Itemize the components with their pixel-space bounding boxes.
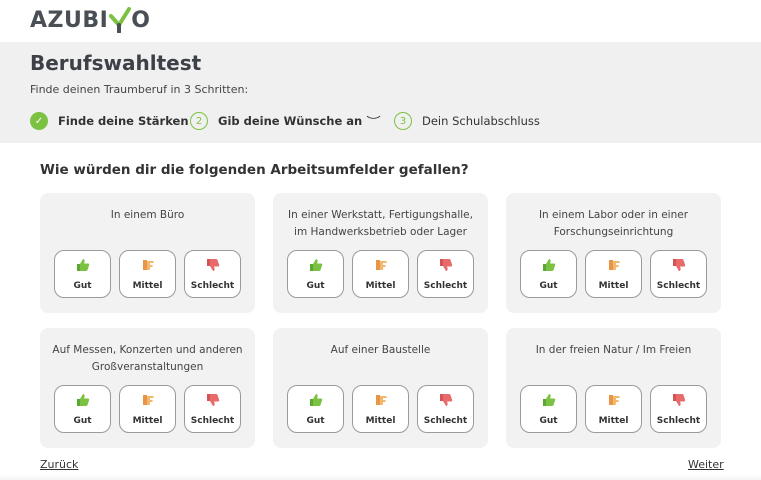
rate-label: Schlecht	[656, 415, 701, 426]
rate-label: Gut	[306, 280, 325, 291]
rate-bad-button[interactable]: Schlecht	[417, 250, 474, 298]
bottom-shade	[0, 474, 761, 480]
rate-good-button[interactable]: Gut	[287, 385, 344, 433]
rate-label: Mittel	[132, 280, 163, 291]
rate-label: Gut	[73, 415, 92, 426]
rate-label: Schlecht	[423, 280, 468, 291]
rating-card: In der freien Natur / Im Freien Gut Mitt…	[506, 328, 721, 448]
thumbs-up-icon	[309, 393, 323, 416]
step-label: Dein Schulabschluss	[422, 114, 540, 128]
rate-bad-button[interactable]: Schlecht	[184, 250, 241, 298]
rate-label: Schlecht	[656, 280, 701, 291]
rate-medium-button[interactable]: Mittel	[585, 385, 642, 433]
card-question: In einem Labor oder in einer Forschungse…	[538, 209, 689, 238]
step-number: 2	[190, 112, 208, 130]
rate-good-button[interactable]: Gut	[520, 250, 577, 298]
rate-label: Mittel	[365, 415, 396, 426]
rating-card: In einer Werkstatt, Fertigungshalle, im …	[273, 193, 488, 313]
page-subtitle: Finde deinen Traumberuf in 3 Schritten:	[30, 83, 249, 96]
thumbs-up-icon	[542, 258, 556, 281]
thumbs-down-icon	[206, 258, 220, 281]
chevron-down-icon: ︶	[366, 115, 381, 128]
rate-bad-button[interactable]: Schlecht	[184, 385, 241, 433]
rating-buttons: Gut Mittel Schlecht	[287, 250, 474, 298]
rate-good-button[interactable]: Gut	[287, 250, 344, 298]
azubiyo-logo[interactable]: AZUBI O	[30, 5, 151, 35]
step-wishes[interactable]: 2 Gib deine Wünsche an ︶	[190, 112, 394, 130]
top-bar: AZUBI O	[0, 0, 761, 42]
thumbs-down-icon	[439, 393, 453, 416]
card-question: Auf Messen, Konzerten und anderen Großve…	[52, 344, 243, 373]
step-strengths[interactable]: ✓ Finde deine Stärken	[30, 112, 190, 130]
rate-good-button[interactable]: Gut	[54, 385, 111, 433]
thumbs-side-icon	[374, 258, 388, 281]
rating-card: Auf Messen, Konzerten und anderen Großve…	[40, 328, 255, 448]
next-link[interactable]: Weiter	[688, 458, 724, 471]
thumbs-up-icon	[542, 393, 556, 416]
thumbs-side-icon	[607, 258, 621, 281]
step-label: Gib deine Wünsche an	[218, 114, 363, 128]
rate-label: Schlecht	[190, 415, 235, 426]
rate-bad-button[interactable]: Schlecht	[417, 385, 474, 433]
step-number: 3	[394, 112, 412, 130]
rate-label: Schlecht	[423, 415, 468, 426]
thumbs-down-icon	[672, 258, 686, 281]
rate-good-button[interactable]: Gut	[54, 250, 111, 298]
step-school: 3 Dein Schulabschluss	[394, 112, 540, 130]
check-icon: ✓	[30, 112, 48, 130]
rate-label: Mittel	[132, 415, 163, 426]
rate-medium-button[interactable]: Mittel	[119, 385, 176, 433]
logo-text: AZUBI	[30, 7, 109, 33]
thumbs-down-icon	[206, 393, 220, 416]
rate-label: Schlecht	[190, 280, 235, 291]
logo-check-icon	[109, 7, 132, 34]
rate-label: Mittel	[598, 415, 629, 426]
thumbs-up-icon	[76, 393, 90, 416]
card-question: Auf einer Baustelle	[330, 344, 431, 356]
thumbs-down-icon	[439, 258, 453, 281]
rating-buttons: Gut Mittel Schlecht	[520, 250, 707, 298]
rating-buttons: Gut Mittel Schlecht	[520, 385, 707, 433]
progress-steps: ✓ Finde deine Stärken 2 Gib deine Wünsch…	[30, 111, 540, 131]
rate-label: Gut	[306, 415, 325, 426]
rate-bad-button[interactable]: Schlecht	[650, 250, 707, 298]
rating-buttons: Gut Mittel Schlecht	[287, 385, 474, 433]
rate-bad-button[interactable]: Schlecht	[650, 385, 707, 433]
rate-medium-button[interactable]: Mittel	[585, 250, 642, 298]
question-heading: Wie würden dir die folgenden Arbeitsumfe…	[40, 162, 469, 178]
step-label: Finde deine Stärken	[58, 114, 189, 128]
rating-card: Auf einer Baustelle Gut Mittel Schlecht	[273, 328, 488, 448]
card-question: In einer Werkstatt, Fertigungshalle, im …	[288, 209, 473, 238]
card-question: In einem Büro	[110, 209, 185, 221]
page-title: Berufswahltest	[30, 51, 202, 75]
rating-buttons: Gut Mittel Schlecht	[54, 385, 241, 433]
rate-medium-button[interactable]: Mittel	[352, 250, 409, 298]
rating-card: In einem Labor oder in einer Forschungse…	[506, 193, 721, 313]
rate-label: Mittel	[598, 280, 629, 291]
thumbs-down-icon	[672, 393, 686, 416]
back-link[interactable]: Zurück	[40, 458, 78, 471]
thumbs-side-icon	[374, 393, 388, 416]
rate-label: Gut	[73, 280, 92, 291]
rate-label: Gut	[539, 280, 558, 291]
rate-medium-button[interactable]: Mittel	[352, 385, 409, 433]
rating-buttons: Gut Mittel Schlecht	[54, 250, 241, 298]
thumbs-up-icon	[309, 258, 323, 281]
rate-good-button[interactable]: Gut	[520, 385, 577, 433]
rating-card: In einem Büro Gut Mittel Schlecht	[40, 193, 255, 313]
thumbs-up-icon	[76, 258, 90, 281]
card-question: In der freien Natur / Im Freien	[535, 344, 692, 356]
thumbs-side-icon	[607, 393, 621, 416]
rate-label: Mittel	[365, 280, 396, 291]
rate-label: Gut	[539, 415, 558, 426]
rate-medium-button[interactable]: Mittel	[119, 250, 176, 298]
logo-tail: O	[131, 7, 151, 33]
thumbs-side-icon	[141, 258, 155, 281]
thumbs-side-icon	[141, 393, 155, 416]
